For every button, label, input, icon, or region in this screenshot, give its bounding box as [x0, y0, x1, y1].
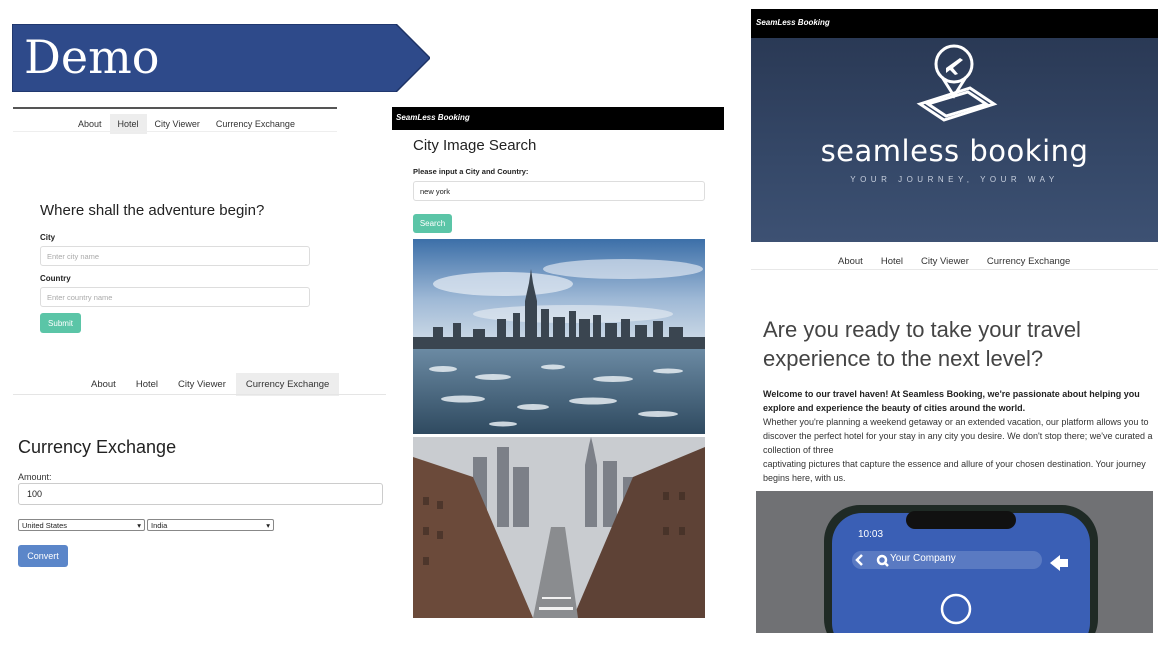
city-search-heading: City Image Search [413, 137, 537, 154]
city-photo-streets [413, 437, 705, 618]
submit-button[interactable]: Submit [40, 313, 81, 333]
chevron-down-icon: ▾ [266, 520, 270, 530]
currency-nav-divider [13, 394, 386, 395]
from-country-select[interactable]: United States ▾ [18, 519, 145, 531]
about-body-paragraph-1: Whether you're planning a weekend getawa… [763, 417, 1153, 455]
about-intro: Welcome to our travel haven! At Seamless… [763, 389, 1140, 413]
nav-hotel[interactable]: Hotel [126, 373, 168, 396]
amount-label: Amount: [18, 472, 52, 482]
about-nav-divider [751, 269, 1158, 270]
chevron-down-icon: ▾ [137, 520, 141, 530]
search-button[interactable]: Search [413, 214, 452, 233]
nav-about[interactable]: About [81, 373, 126, 396]
about-body-paragraph-2: captivating pictures that capture the es… [763, 459, 1146, 483]
hero-tagline: YOUR JOURNEY, YOUR WAY [850, 175, 1059, 184]
hotel-nav-divider [13, 131, 337, 132]
city-photo-skyline [413, 239, 705, 434]
country-label: Country [40, 274, 71, 283]
to-country-value: India [151, 520, 168, 530]
phone-time: 10:03 [858, 529, 884, 540]
to-country-select[interactable]: India ▾ [147, 519, 274, 531]
phone-mockup-image: 10:03 Your Company [756, 491, 1153, 633]
phone-address-bar: Your Company [890, 553, 956, 564]
city-label: City [40, 233, 56, 242]
currency-heading: Currency Exchange [18, 437, 177, 457]
city-query-input[interactable]: new york [413, 181, 705, 201]
hotel-page-top-border [13, 107, 337, 109]
city-search-prompt: Please input a City and Country: [413, 167, 529, 176]
brand-logo-text[interactable]: SeamLess Booking [396, 113, 470, 122]
hero-title: seamless booking [820, 134, 1089, 168]
hotel-heading: Where shall the adventure begin? [40, 202, 265, 219]
currency-page-nav: About Hotel City Viewer Currency Exchang… [81, 373, 340, 396]
country-input[interactable]: Enter country name [40, 287, 310, 307]
about-heading: Are you ready to take your travel experi… [763, 317, 1081, 371]
amount-input[interactable]: 100 [18, 483, 383, 505]
from-country-value: United States [22, 520, 68, 530]
nav-city-viewer[interactable]: City Viewer [168, 373, 236, 396]
location-airplane-icon [916, 44, 998, 122]
about-body: Whether you're planning a weekend getawa… [763, 415, 1153, 485]
demo-title: Demo [24, 30, 160, 84]
city-input[interactable]: Enter city name [40, 246, 310, 266]
convert-button[interactable]: Convert [18, 545, 68, 567]
nav-currency-exchange[interactable]: Currency Exchange [235, 373, 340, 396]
brand-logo-text[interactable]: SeamLess Booking [756, 18, 830, 27]
